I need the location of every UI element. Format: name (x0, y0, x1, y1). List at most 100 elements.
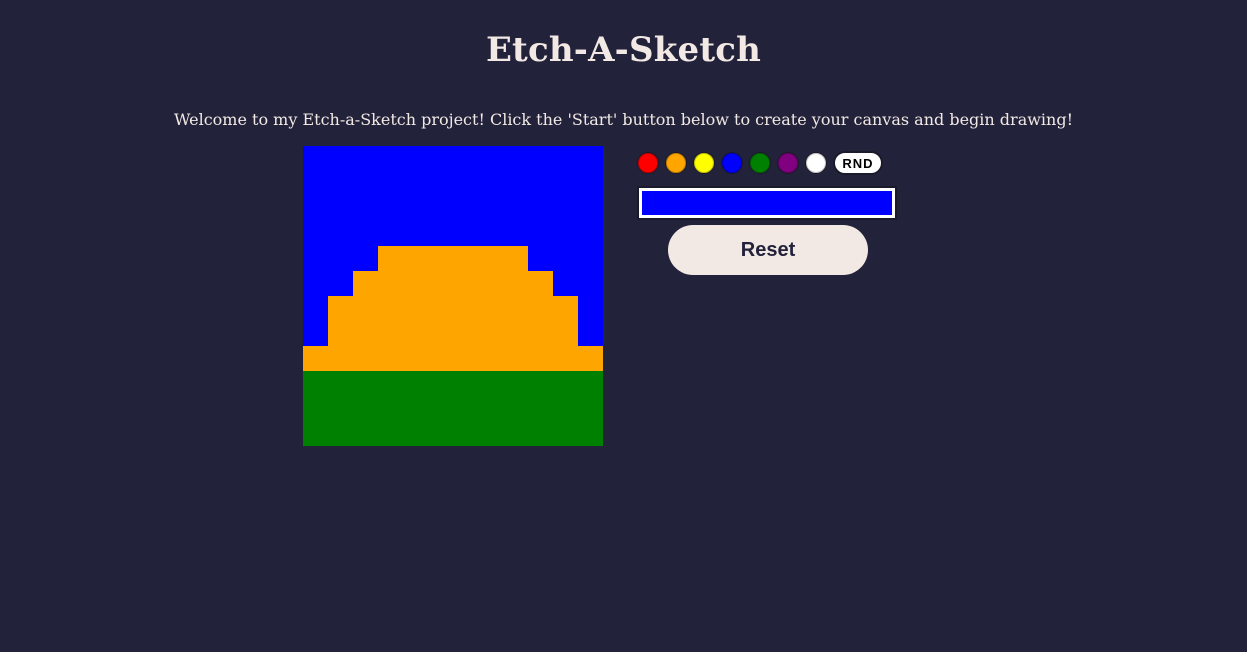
canvas-cell[interactable] (453, 296, 478, 321)
canvas-cell[interactable] (453, 396, 478, 421)
canvas-cell[interactable] (553, 296, 578, 321)
canvas-cell[interactable] (503, 246, 528, 271)
canvas-cell[interactable] (328, 396, 353, 421)
reset-button[interactable]: Reset (668, 225, 868, 275)
canvas-cell[interactable] (328, 371, 353, 396)
canvas-cell[interactable] (353, 321, 378, 346)
canvas-cell[interactable] (478, 421, 503, 446)
canvas-cell[interactable] (378, 421, 403, 446)
canvas-cell[interactable] (353, 396, 378, 421)
canvas-cell[interactable] (403, 296, 428, 321)
canvas-cell[interactable] (553, 221, 578, 246)
canvas-cell[interactable] (578, 221, 603, 246)
canvas-cell[interactable] (578, 246, 603, 271)
canvas-cell[interactable] (553, 171, 578, 196)
canvas-cell[interactable] (428, 171, 453, 196)
canvas-cell[interactable] (403, 346, 428, 371)
canvas-cell[interactable] (578, 321, 603, 346)
canvas-cell[interactable] (478, 396, 503, 421)
canvas-cell[interactable] (303, 196, 328, 221)
canvas-cell[interactable] (428, 296, 453, 321)
canvas-cell[interactable] (453, 246, 478, 271)
canvas-cell[interactable] (328, 171, 353, 196)
canvas-cell[interactable] (478, 371, 503, 396)
canvas-cell[interactable] (353, 221, 378, 246)
canvas-cell[interactable] (528, 146, 553, 171)
canvas-cell[interactable] (453, 371, 478, 396)
canvas-cell[interactable] (453, 171, 478, 196)
canvas-cell[interactable] (478, 246, 503, 271)
canvas-cell[interactable] (303, 271, 328, 296)
swatch-blue[interactable] (721, 152, 743, 174)
canvas-cell[interactable] (553, 271, 578, 296)
canvas-cell[interactable] (303, 171, 328, 196)
canvas-cell[interactable] (378, 321, 403, 346)
canvas-cell[interactable] (428, 221, 453, 246)
canvas-cell[interactable] (553, 321, 578, 346)
canvas-cell[interactable] (353, 371, 378, 396)
canvas-cell[interactable] (403, 371, 428, 396)
canvas-cell[interactable] (428, 146, 453, 171)
canvas-cell[interactable] (403, 421, 428, 446)
canvas-cell[interactable] (453, 146, 478, 171)
canvas-cell[interactable] (328, 421, 353, 446)
canvas-cell[interactable] (428, 321, 453, 346)
canvas-cell[interactable] (503, 421, 528, 446)
canvas-cell[interactable] (353, 196, 378, 221)
canvas-cell[interactable] (378, 296, 403, 321)
canvas-cell[interactable] (378, 246, 403, 271)
canvas-cell[interactable] (503, 146, 528, 171)
canvas-cell[interactable] (403, 321, 428, 346)
canvas-cell[interactable] (378, 371, 403, 396)
canvas-cell[interactable] (478, 296, 503, 321)
random-color-button[interactable]: RND (833, 151, 883, 175)
canvas-cell[interactable] (578, 371, 603, 396)
canvas-cell[interactable] (553, 196, 578, 221)
canvas-cell[interactable] (528, 321, 553, 346)
sketch-canvas[interactable] (303, 146, 603, 446)
canvas-cell[interactable] (578, 271, 603, 296)
canvas-cell[interactable] (503, 296, 528, 321)
canvas-cell[interactable] (303, 396, 328, 421)
canvas-cell[interactable] (578, 296, 603, 321)
canvas-cell[interactable] (528, 246, 553, 271)
canvas-cell[interactable] (378, 396, 403, 421)
canvas-cell[interactable] (578, 396, 603, 421)
canvas-cell[interactable] (528, 296, 553, 321)
canvas-cell[interactable] (503, 171, 528, 196)
canvas-cell[interactable] (328, 346, 353, 371)
canvas-cell[interactable] (478, 196, 503, 221)
canvas-cell[interactable] (528, 171, 553, 196)
canvas-cell[interactable] (353, 146, 378, 171)
canvas-cell[interactable] (303, 296, 328, 321)
canvas-cell[interactable] (528, 421, 553, 446)
canvas-cell[interactable] (303, 321, 328, 346)
canvas-cell[interactable] (328, 221, 353, 246)
swatch-white[interactable] (805, 152, 827, 174)
canvas-cell[interactable] (503, 346, 528, 371)
canvas-cell[interactable] (353, 246, 378, 271)
canvas-cell[interactable] (378, 271, 403, 296)
canvas-cell[interactable] (578, 146, 603, 171)
canvas-cell[interactable] (428, 371, 453, 396)
canvas-cell[interactable] (353, 346, 378, 371)
canvas-cell[interactable] (503, 371, 528, 396)
canvas-cell[interactable] (303, 371, 328, 396)
canvas-cell[interactable] (478, 346, 503, 371)
canvas-cell[interactable] (328, 246, 353, 271)
canvas-cell[interactable] (353, 421, 378, 446)
canvas-cell[interactable] (303, 221, 328, 246)
canvas-cell[interactable] (478, 271, 503, 296)
canvas-cell[interactable] (403, 171, 428, 196)
canvas-cell[interactable] (503, 221, 528, 246)
canvas-cell[interactable] (528, 396, 553, 421)
canvas-cell[interactable] (453, 321, 478, 346)
swatch-orange[interactable] (665, 152, 687, 174)
canvas-cell[interactable] (553, 146, 578, 171)
canvas-cell[interactable] (303, 246, 328, 271)
canvas-cell[interactable] (428, 196, 453, 221)
canvas-cell[interactable] (328, 196, 353, 221)
canvas-cell[interactable] (353, 271, 378, 296)
canvas-cell[interactable] (403, 246, 428, 271)
canvas-cell[interactable] (578, 346, 603, 371)
